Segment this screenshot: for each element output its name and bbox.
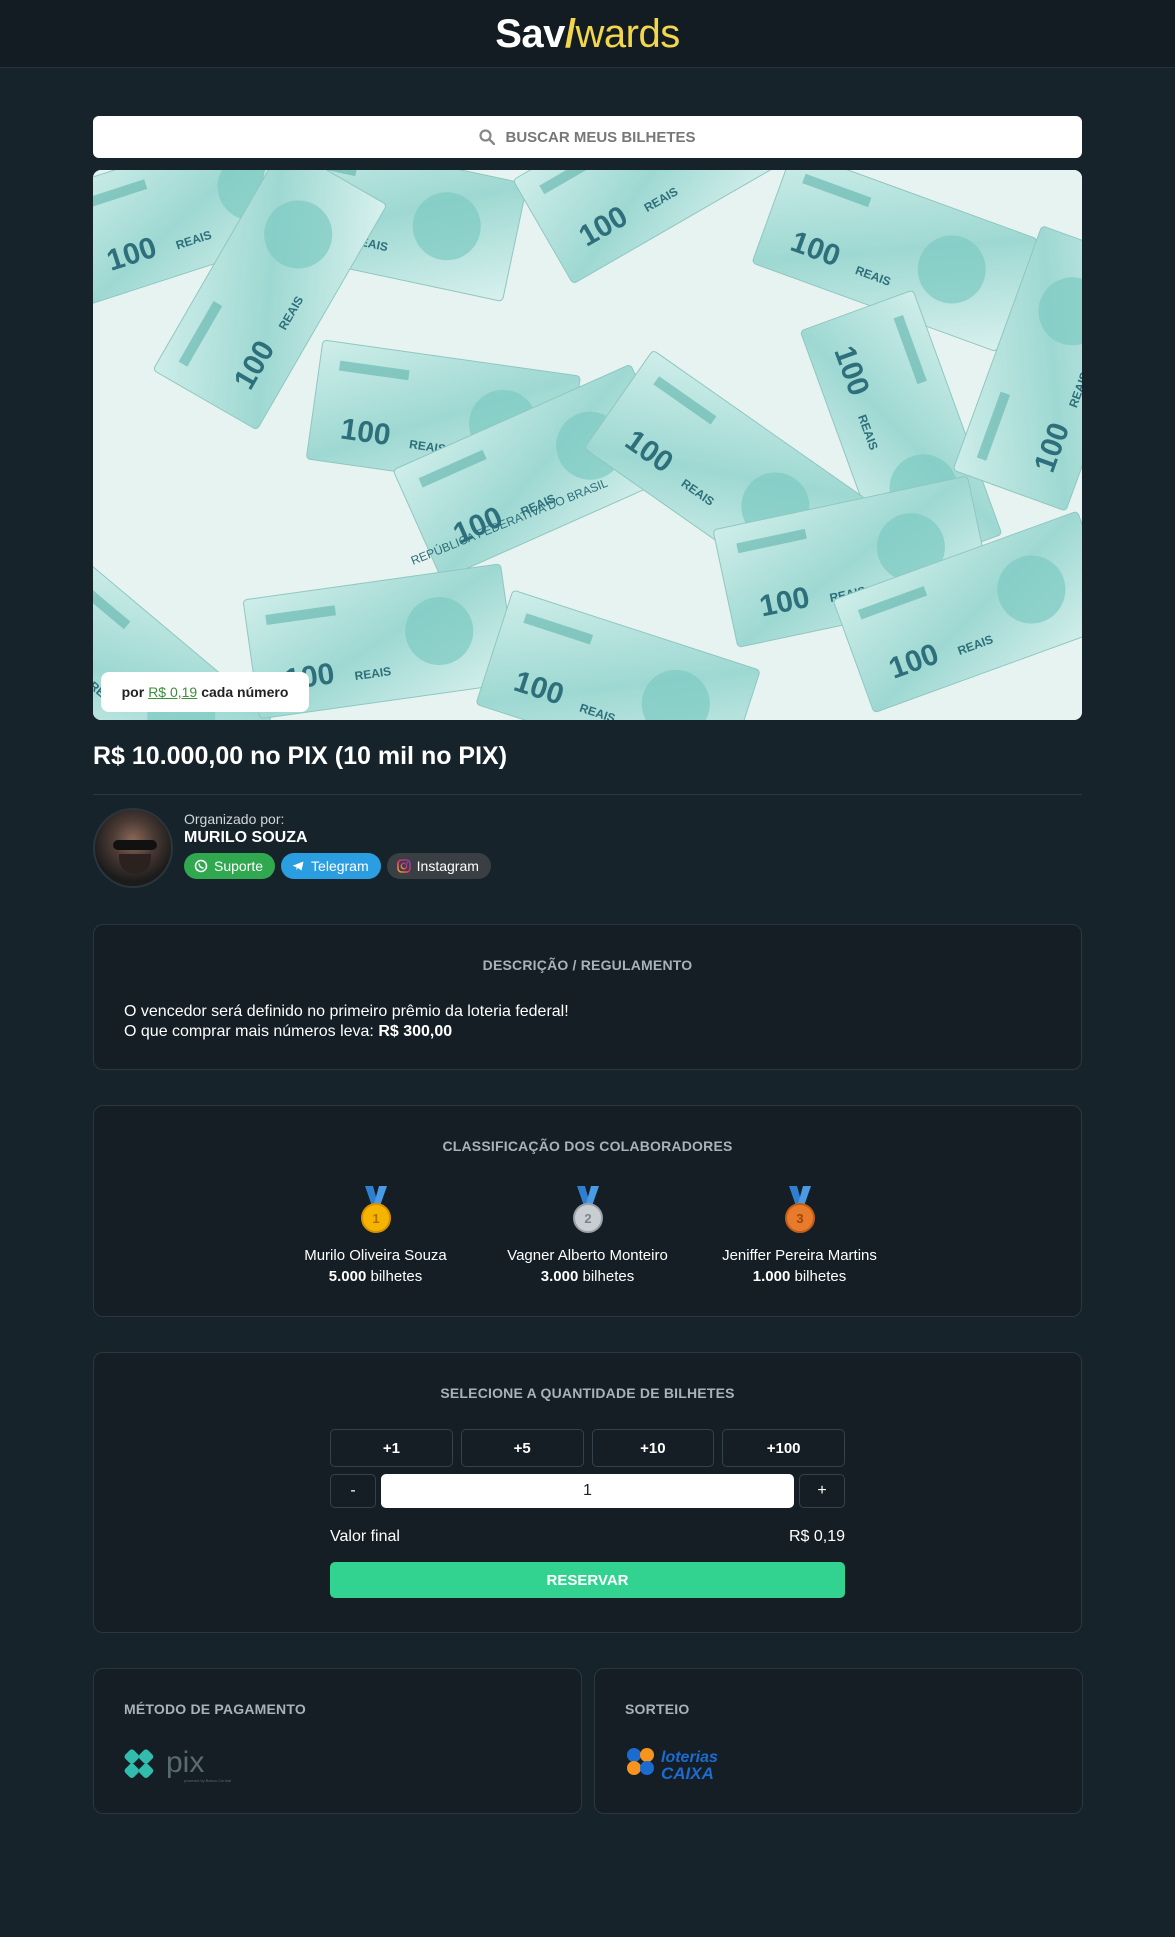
organizer-avatar bbox=[93, 808, 173, 888]
payment-method-card: MÉTODO DE PAGAMENTO pix powered by Banco… bbox=[93, 1668, 582, 1814]
ranking-entry-1: 1 Murilo Oliveira Souza 5.000 bilhetes bbox=[270, 1186, 482, 1285]
whatsapp-icon bbox=[194, 859, 208, 873]
ranking-count-value: 5.000 bbox=[328, 1268, 367, 1285]
draw-title: SORTEIO bbox=[625, 1701, 690, 1717]
description-card: DESCRIÇÃO / REGULAMENTO O vencedor será … bbox=[93, 924, 1082, 1070]
price-prefix: por bbox=[121, 684, 145, 700]
avatar-beard bbox=[119, 854, 151, 874]
reserve-button[interactable]: RESERVAR bbox=[330, 1562, 845, 1598]
telegram-label: Telegram bbox=[311, 858, 369, 874]
ranking-count-value: 1.000 bbox=[752, 1268, 791, 1285]
support-whatsapp-button[interactable]: Suporte bbox=[184, 853, 276, 879]
ranking-title: CLASSIFICAÇÃO DOS COLABORADORES bbox=[442, 1138, 733, 1154]
ranking-count-unit: bilhetes bbox=[582, 1268, 635, 1285]
medal-place-2: 2 bbox=[584, 1211, 591, 1226]
total-value: R$ 0,19 bbox=[788, 1528, 845, 1545]
quick-add-buttons: +1 +5 +10 +100 bbox=[330, 1429, 845, 1467]
draw-card: SORTEIO loterias CAIXA bbox=[594, 1668, 1083, 1814]
telegram-icon bbox=[292, 861, 304, 871]
prize-label: O que comprar mais números leva: bbox=[124, 1023, 374, 1040]
quantity-stepper: - 1 + bbox=[330, 1474, 845, 1508]
ranking-count: 5.000 bilhetes bbox=[270, 1268, 482, 1285]
pix-icon: pix powered by Banco Central bbox=[124, 1746, 231, 1783]
instagram-label: Instagram bbox=[416, 858, 479, 874]
logo-text-awards: wards bbox=[575, 11, 681, 56]
price-suffix: cada número bbox=[201, 684, 289, 700]
quantity-title: SELECIONE A QUANTIDADE DE BILHETES bbox=[440, 1385, 735, 1401]
search-tickets-button[interactable]: BUSCAR MEUS BILHETES bbox=[93, 116, 1082, 158]
medal-place-1: 1 bbox=[372, 1211, 379, 1226]
ranking-count-unit: bilhetes bbox=[370, 1268, 423, 1285]
description-line-1: O vencedor será definido no primeiro prê… bbox=[124, 1003, 569, 1020]
organizer-label: Organizado por: bbox=[184, 811, 285, 827]
pix-subtitle: powered by Banco Central bbox=[184, 1778, 231, 1783]
caixa-text: CAIXA bbox=[661, 1764, 714, 1783]
ranking-count: 1.000 bilhetes bbox=[694, 1268, 906, 1285]
logo-text-sav: Sav bbox=[495, 11, 565, 56]
prize-value: R$ 300,00 bbox=[378, 1023, 453, 1040]
raffle-title: R$ 10.000,00 no PIX (10 mil no PIX) bbox=[93, 742, 508, 770]
total-label: Valor final bbox=[330, 1528, 400, 1545]
organizer-name: MURILO SOUZA bbox=[184, 829, 308, 846]
add-1-button[interactable]: +1 bbox=[330, 1429, 453, 1467]
search-icon bbox=[479, 129, 496, 145]
ranking-entry-3: 3 Jeniffer Pereira Martins 1.000 bilhete… bbox=[694, 1186, 906, 1285]
ranking-card: CLASSIFICAÇÃO DOS COLABORADORES 1 Murilo… bbox=[93, 1105, 1082, 1317]
medal-place-3: 3 bbox=[796, 1211, 803, 1226]
logo-slash: / bbox=[564, 11, 576, 56]
avatar-glasses bbox=[113, 840, 157, 850]
ticket-quantity-card: SELECIONE A QUANTIDADE DE BILHETES +1 +5… bbox=[93, 1352, 1082, 1633]
banknotes-image: 100 REAIS REPÚBLICA FEDERATIVA DO BRASIL bbox=[93, 170, 1082, 720]
ranking-name: Jeniffer Pereira Martins bbox=[722, 1247, 877, 1264]
instagram-button[interactable]: Instagram bbox=[386, 853, 491, 879]
loterias-caixa-logo: loterias CAIXA bbox=[625, 1744, 735, 1789]
add-100-button[interactable]: +100 bbox=[722, 1429, 845, 1467]
support-label: Suporte bbox=[214, 858, 264, 874]
pix-wordmark: pix bbox=[166, 1746, 204, 1779]
decrement-button[interactable]: - bbox=[330, 1474, 376, 1508]
ranking-name: Vagner Alberto Monteiro bbox=[507, 1247, 668, 1264]
increment-button[interactable]: + bbox=[799, 1474, 845, 1508]
gold-medal-icon: 1 bbox=[360, 1186, 391, 1233]
ranking-count-unit: bilhetes bbox=[794, 1268, 847, 1285]
description-text: O vencedor será definido no primeiro prê… bbox=[124, 1002, 569, 1042]
quantity-controls: +1 +5 +10 +100 - 1 + Valor final R$ 0,19… bbox=[330, 1429, 845, 1598]
add-5-button[interactable]: +5 bbox=[460, 1429, 584, 1467]
top-bar: Sav/wards bbox=[0, 0, 1175, 68]
payment-title: MÉTODO DE PAGAMENTO bbox=[124, 1701, 306, 1717]
total-row: Valor final R$ 0,19 bbox=[330, 1528, 845, 1546]
price-per-number-badge: por R$ 0,19 cada número bbox=[101, 672, 309, 712]
search-label: BUSCAR MEUS BILHETES bbox=[505, 128, 696, 146]
caixa-clover-icon: loterias CAIXA bbox=[627, 1748, 718, 1783]
pix-logo: pix powered by Banco Central bbox=[124, 1744, 234, 1789]
ranking-name: Murilo Oliveira Souza bbox=[304, 1247, 447, 1264]
ranking-count-value: 3.000 bbox=[540, 1268, 579, 1285]
ranking-entry-2: 2 Vagner Alberto Monteiro 3.000 bilhetes bbox=[482, 1186, 694, 1285]
quantity-input[interactable]: 1 bbox=[381, 1474, 794, 1508]
telegram-button[interactable]: Telegram bbox=[281, 853, 381, 879]
site-logo[interactable]: Sav/wards bbox=[495, 14, 680, 54]
organizer-socials: Suporte Telegram Instagram bbox=[184, 853, 491, 879]
ranking-count: 3.000 bilhetes bbox=[482, 1268, 694, 1285]
description-line-2: O que comprar mais números leva: R$ 300,… bbox=[124, 1022, 569, 1042]
price-value: R$ 0,19 bbox=[148, 684, 198, 700]
add-10-button[interactable]: +10 bbox=[591, 1429, 715, 1467]
organizer-section: Organizado por: MURILO SOUZA Suporte Tel… bbox=[93, 808, 1082, 890]
instagram-icon bbox=[396, 859, 411, 873]
title-divider bbox=[93, 794, 1082, 795]
bronze-medal-icon: 3 bbox=[784, 1186, 815, 1233]
description-title: DESCRIÇÃO / REGULAMENTO bbox=[482, 957, 693, 973]
silver-medal-icon: 2 bbox=[572, 1186, 603, 1233]
ranking-list: 1 Murilo Oliveira Souza 5.000 bilhetes 2… bbox=[94, 1186, 1081, 1285]
raffle-banner: 100 REAIS REPÚBLICA FEDERATIVA DO BRASIL… bbox=[93, 170, 1082, 720]
